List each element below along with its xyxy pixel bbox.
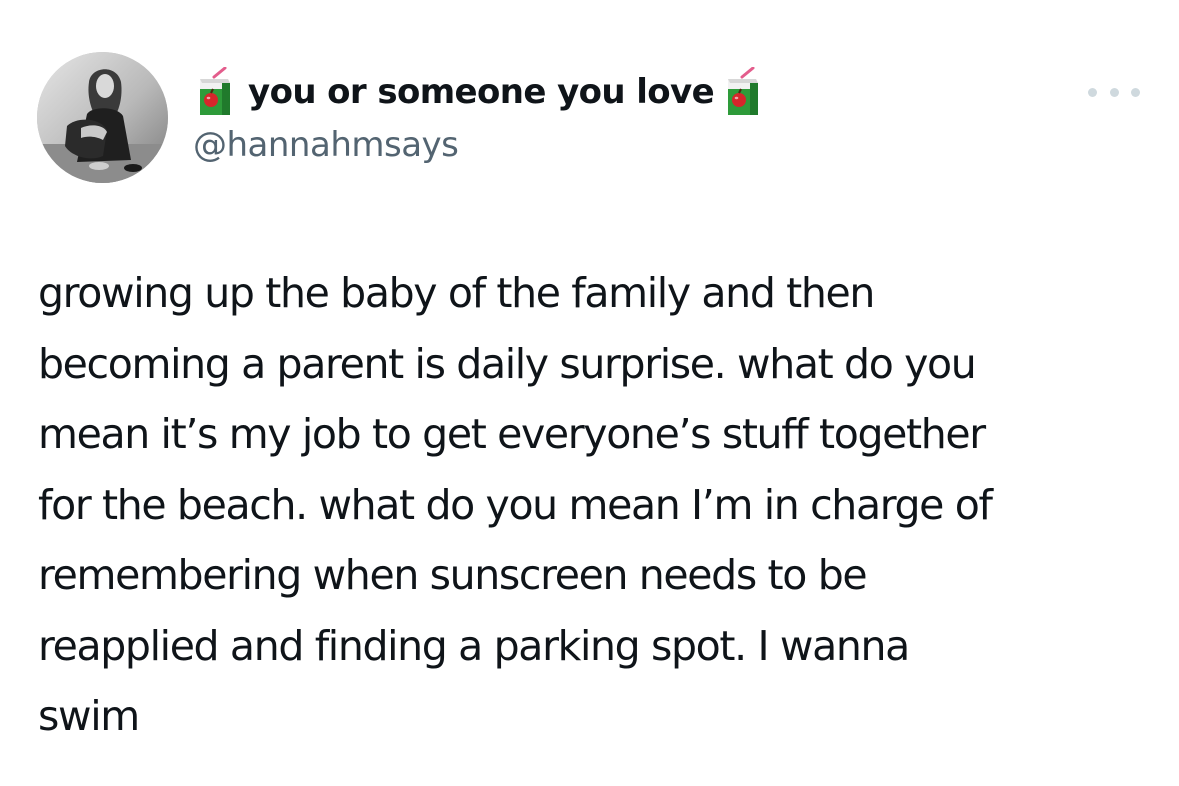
tweet-text: growing up the baby of the family and th… (38, 258, 1163, 752)
more-dots-icon (1109, 87, 1119, 97)
author-handle[interactable]: @hannahmsays (193, 125, 459, 165)
tweet-card: you or someone you love @hannahmsays gro… (0, 0, 1179, 786)
tweet-text-line: reapplied and finding a parking spot. I … (38, 621, 910, 670)
avatar[interactable] (37, 52, 168, 183)
tweet-text-line: swim (38, 692, 140, 740)
apple-juice-box-icon (192, 67, 238, 117)
tweet-text-line: mean it’s my job to get everyone’s stuff… (38, 410, 986, 458)
tweet-text-line: remembering when sunscreen needs to be (38, 551, 868, 599)
display-name-row[interactable]: you or someone you love (192, 66, 766, 118)
tweet-text-line: becoming a parent is daily surprise. wha… (38, 339, 977, 388)
tweet-text-line: for the beach. what do you mean I’m in c… (38, 480, 993, 529)
more-dots-icon (1088, 87, 1097, 97)
more-options-button[interactable] (1088, 78, 1140, 106)
author-display-name[interactable]: you or someone you love (248, 72, 715, 112)
apple-juice-box-icon (720, 67, 766, 117)
tweet-text-line: growing up the baby of the family and th… (38, 269, 875, 317)
more-dots-icon (1131, 87, 1140, 97)
avatar-photo-icon (37, 52, 168, 183)
